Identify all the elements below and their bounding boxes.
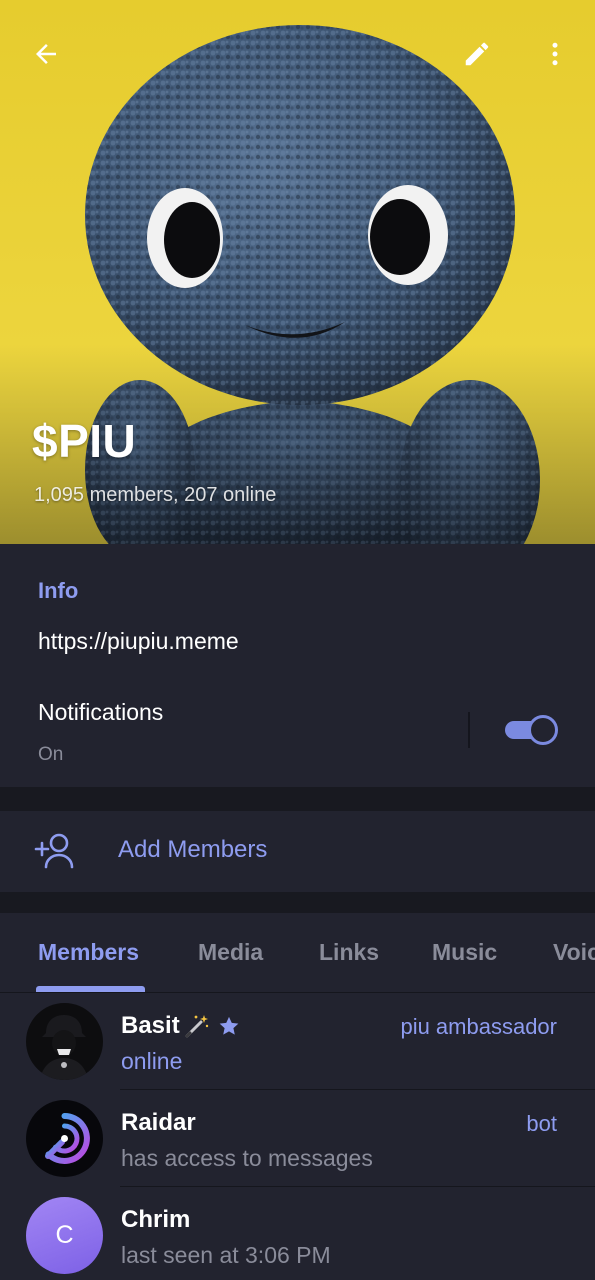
- edit-button[interactable]: [453, 30, 501, 78]
- section-divider: [0, 787, 595, 811]
- member-row[interactable]: C Chrim last seen at 3:06 PM: [0, 1187, 595, 1280]
- add-person-icon: [34, 833, 74, 869]
- member-status: last seen at 3:06 PM: [121, 1242, 331, 1268]
- notifications-value: On: [38, 744, 64, 765]
- member-name: Chrim: [121, 1206, 191, 1233]
- profile-tabs: Members Media Links Music Voic: [0, 913, 595, 993]
- avatar: C: [26, 1197, 103, 1274]
- member-role: bot: [526, 1111, 557, 1136]
- active-tab-indicator: [36, 986, 145, 992]
- magic-wand-icon: [185, 1015, 208, 1038]
- tab-media[interactable]: Media: [198, 939, 263, 966]
- avatar: [26, 1003, 103, 1080]
- avatar: [26, 1100, 103, 1177]
- info-section: Info https://piupiu.meme Notifications O…: [0, 544, 595, 787]
- add-members-label: Add Members: [118, 836, 268, 863]
- tab-voice[interactable]: Voic: [553, 939, 595, 966]
- member-row[interactable]: Raidar has access to messages bot: [0, 1090, 595, 1187]
- info-link[interactable]: https://piupiu.meme: [38, 628, 239, 655]
- chat-title: $PIU: [32, 415, 137, 467]
- back-button[interactable]: [22, 30, 70, 78]
- add-members-button[interactable]: Add Members: [0, 811, 595, 892]
- member-row[interactable]: Basit online piu ambassador: [0, 993, 595, 1090]
- notifications-label[interactable]: Notifications: [38, 699, 163, 726]
- tab-members[interactable]: Members: [38, 939, 139, 966]
- member-count: 1,095 members, 207 online: [34, 484, 277, 506]
- hooded-figure-avatar: [26, 1003, 103, 1080]
- member-status: has access to messages: [121, 1145, 373, 1171]
- info-heading: Info: [38, 578, 79, 603]
- member-name: Raidar: [121, 1109, 196, 1136]
- star-icon: [219, 1016, 239, 1035]
- member-role: piu ambassador: [400, 1014, 557, 1039]
- more-options-button[interactable]: [531, 30, 579, 78]
- pencil-icon: [465, 42, 489, 66]
- arrow-back-icon: [36, 44, 56, 64]
- chat-cover: $PIU 1,095 members, 207 online: [0, 0, 595, 544]
- notifications-toggle[interactable]: [503, 713, 559, 747]
- tab-links[interactable]: Links: [319, 939, 379, 966]
- member-status: online: [121, 1048, 183, 1074]
- radar-logo-avatar: [26, 1100, 103, 1177]
- tab-music[interactable]: Music: [432, 939, 497, 966]
- member-name: Basit: [121, 1012, 240, 1040]
- divider: [468, 712, 470, 748]
- more-vertical-icon: [552, 42, 558, 66]
- section-divider: [0, 892, 595, 913]
